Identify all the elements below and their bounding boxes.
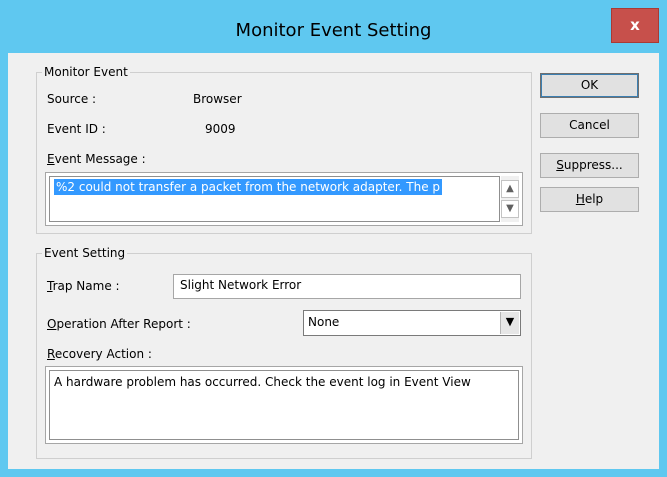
operation-after-report-value: None xyxy=(308,315,340,329)
monitor-event-group-label: Monitor Event xyxy=(42,65,130,79)
title-bar[interactable]: Monitor Event Setting x xyxy=(0,0,667,53)
cancel-button[interactable]: Cancel xyxy=(540,113,639,138)
event-id-value: 9009 xyxy=(205,122,236,136)
source-label: Source : xyxy=(47,92,97,106)
recovery-action-field[interactable]: A hardware problem has occurred. Check t… xyxy=(45,366,523,444)
help-button[interactable]: Help xyxy=(540,187,639,212)
window-title: Monitor Event Setting xyxy=(235,20,432,41)
dialog-body: Monitor Event Source : Browser Event ID … xyxy=(8,53,659,469)
trap-name-label: Trap Name : xyxy=(47,279,120,293)
scroll-up-icon[interactable]: ▲ xyxy=(501,180,519,198)
event-message-label: Event Message : xyxy=(47,152,146,166)
recovery-action-text: A hardware problem has occurred. Check t… xyxy=(54,375,471,389)
chevron-down-icon[interactable]: ▼ xyxy=(500,312,519,334)
recovery-action-label: Recovery Action : xyxy=(47,347,152,361)
operation-after-report-select[interactable]: None ▼ xyxy=(303,310,521,336)
scroll-down-icon[interactable]: ▼ xyxy=(501,200,519,218)
source-value: Browser xyxy=(193,92,242,106)
close-icon: x xyxy=(630,16,640,34)
event-message-field[interactable]: %2 could not transfer a packet from the … xyxy=(45,172,523,226)
ok-button[interactable]: OK xyxy=(540,73,639,98)
trap-name-input[interactable]: Slight Network Error xyxy=(173,274,521,299)
event-message-text: %2 could not transfer a packet from the … xyxy=(54,179,443,195)
monitor-event-group: Monitor Event Source : Browser Event ID … xyxy=(36,65,532,234)
event-id-label: Event ID : xyxy=(47,122,106,136)
event-message-scrollbar[interactable]: ▲ ▼ xyxy=(501,176,519,222)
close-button[interactable]: x xyxy=(611,8,659,43)
event-setting-group-label: Event Setting xyxy=(42,246,128,260)
operation-after-report-label: Operation After Report : xyxy=(47,317,191,331)
event-setting-group: Event Setting Trap Name : Slight Network… xyxy=(36,246,532,459)
suppress-button[interactable]: Suppress... xyxy=(540,153,639,178)
